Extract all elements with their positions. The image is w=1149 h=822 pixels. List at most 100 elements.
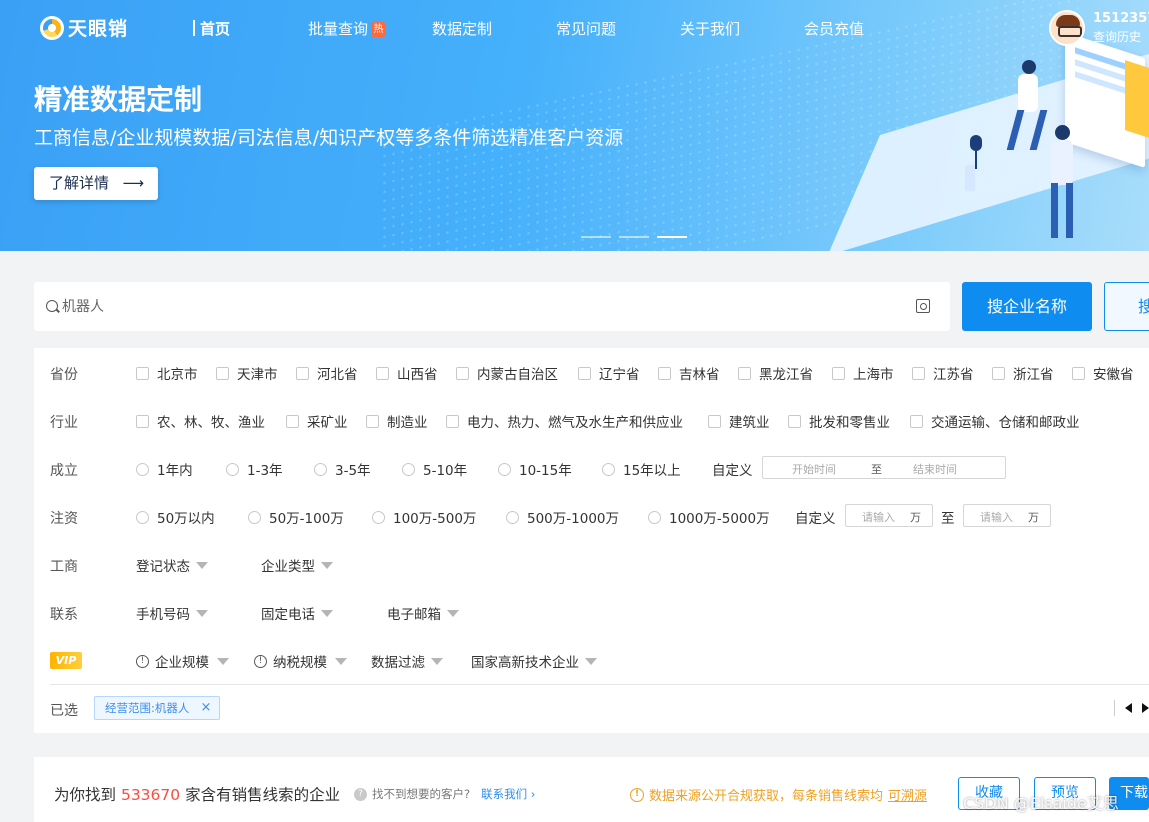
search-secondary-button[interactable]: 搜 (1104, 282, 1149, 331)
checkbox[interactable] (286, 414, 299, 428)
nav-faq[interactable]: 常见问题 (556, 18, 616, 39)
checkbox[interactable] (376, 366, 389, 380)
checkbox[interactable] (1072, 366, 1085, 380)
founded-option[interactable]: 3-5年 (314, 459, 371, 479)
province-option[interactable]: 山西省 (376, 363, 438, 383)
query-history-link[interactable]: 查询历史 (1093, 28, 1149, 46)
province-option[interactable]: 上海市 (832, 363, 894, 383)
province-option[interactable]: 河北省 (296, 363, 358, 383)
checkbox[interactable] (992, 366, 1005, 380)
capital-option[interactable]: 50万以内 (136, 507, 215, 527)
radio[interactable] (602, 462, 615, 476)
carousel-dot-1[interactable] (581, 236, 611, 238)
capital-max-input[interactable]: 请输入 万 (963, 504, 1051, 527)
logo[interactable]: 天眼销 (40, 14, 128, 41)
founded-option[interactable]: 10-15年 (498, 459, 572, 479)
checkbox[interactable] (910, 414, 923, 428)
start-date-input[interactable]: 开始时间 (792, 461, 836, 477)
registration-status-dropdown[interactable]: 登记状态 (136, 555, 208, 575)
industry-option[interactable]: 电力、热力、燃气及水生产和供应业 (446, 411, 683, 431)
checkbox[interactable] (912, 366, 925, 380)
mobile-dropdown[interactable]: 手机号码 (136, 603, 208, 623)
radio[interactable] (648, 510, 661, 524)
arrow-right-icon[interactable] (1142, 703, 1149, 713)
nav-data-custom[interactable]: 数据定制 (432, 18, 492, 39)
industry-option[interactable]: 建筑业 (708, 411, 770, 431)
landline-dropdown[interactable]: 固定电话 (261, 603, 333, 623)
checkbox[interactable] (578, 366, 591, 380)
industry-option[interactable]: 交通运输、仓储和邮政业 (910, 411, 1080, 431)
carousel-dot-3[interactable] (657, 236, 687, 238)
traceable-link[interactable]: 可溯源 (888, 785, 927, 804)
nav-batch-query[interactable]: 批量查询热 (308, 18, 387, 39)
avatar[interactable] (1049, 10, 1085, 46)
founded-option[interactable]: 1年内 (136, 459, 193, 479)
radio[interactable] (248, 510, 261, 524)
checkbox[interactable] (788, 414, 801, 428)
nav-home[interactable]: 首页 (192, 18, 230, 39)
user-menu[interactable]: 1512357 查询历史 (1049, 10, 1149, 46)
capital-option[interactable]: 100万-500万 (372, 507, 476, 527)
province-option[interactable]: 内蒙古自治区 (456, 363, 558, 383)
company-type-dropdown[interactable]: 企业类型 (261, 555, 333, 575)
checkbox[interactable] (456, 366, 469, 380)
radio[interactable] (136, 462, 149, 476)
province-option[interactable]: 吉林省 (658, 363, 720, 383)
filter-label-selected: 已选 (50, 703, 78, 719)
province-option[interactable]: 天津市 (216, 363, 278, 383)
arrow-left-icon[interactable] (1125, 703, 1132, 713)
capital-option[interactable]: 50万-100万 (248, 507, 344, 527)
province-option[interactable]: 浙江省 (992, 363, 1054, 383)
company-size-dropdown[interactable]: ! 企业规模 (136, 651, 229, 671)
checkbox[interactable] (658, 366, 671, 380)
radio[interactable] (498, 462, 511, 476)
nav-recharge[interactable]: 会员充值 (804, 18, 864, 39)
high-tech-dropdown[interactable]: 国家高新技术企业 (471, 651, 597, 671)
contact-us-link[interactable]: 联系我们 › (481, 786, 535, 802)
checkbox[interactable] (446, 414, 459, 428)
close-icon[interactable]: × (200, 697, 211, 719)
search-company-name-button[interactable]: 搜企业名称 (962, 282, 1092, 331)
province-option[interactable]: 北京市 (136, 363, 198, 383)
nav-about[interactable]: 关于我们 (680, 18, 740, 39)
end-date-input[interactable]: 结束时间 (913, 461, 957, 477)
checkbox[interactable] (832, 366, 845, 380)
capital-option[interactable]: 1000万-5000万 (648, 507, 770, 527)
checkbox[interactable] (296, 366, 309, 380)
carousel-dot-2[interactable] (619, 236, 649, 238)
learn-more-button[interactable]: 了解详情 ⟶ (34, 167, 158, 200)
founded-date-range[interactable]: 开始时间 至 结束时间 (762, 456, 1006, 479)
data-filter-dropdown[interactable]: 数据过滤 (371, 651, 443, 671)
industry-option[interactable]: 批发和零售业 (788, 411, 890, 431)
option-label: 制造业 (387, 415, 428, 431)
checkbox[interactable] (738, 366, 751, 380)
province-option[interactable]: 江苏省 (912, 363, 974, 383)
radio[interactable] (314, 462, 327, 476)
founded-option[interactable]: 1-3年 (226, 459, 283, 479)
founded-option[interactable]: 5-10年 (402, 459, 467, 479)
checkbox[interactable] (708, 414, 721, 428)
province-option[interactable]: 辽宁省 (578, 363, 640, 383)
search-input[interactable] (62, 294, 902, 319)
image-search-icon[interactable] (916, 299, 930, 313)
founded-option[interactable]: 15年以上 (602, 459, 681, 479)
dropdown-label: 企业规模 (155, 655, 209, 671)
industry-option[interactable]: 农、林、牧、渔业 (136, 411, 265, 431)
radio[interactable] (506, 510, 519, 524)
industry-option[interactable]: 制造业 (366, 411, 428, 431)
radio[interactable] (402, 462, 415, 476)
radio[interactable] (136, 510, 149, 524)
checkbox[interactable] (136, 414, 149, 428)
province-option[interactable]: 黑龙江省 (738, 363, 813, 383)
checkbox[interactable] (216, 366, 229, 380)
tax-size-dropdown[interactable]: ! 纳税规模 (254, 651, 347, 671)
checkbox[interactable] (366, 414, 379, 428)
radio[interactable] (226, 462, 239, 476)
radio[interactable] (372, 510, 385, 524)
checkbox[interactable] (136, 366, 149, 380)
capital-option[interactable]: 500万-1000万 (506, 507, 619, 527)
capital-min-input[interactable]: 请输入 万 (845, 504, 933, 527)
email-dropdown[interactable]: 电子邮箱 (387, 603, 459, 623)
province-option[interactable]: 安徽省 (1072, 363, 1134, 383)
industry-option[interactable]: 采矿业 (286, 411, 348, 431)
